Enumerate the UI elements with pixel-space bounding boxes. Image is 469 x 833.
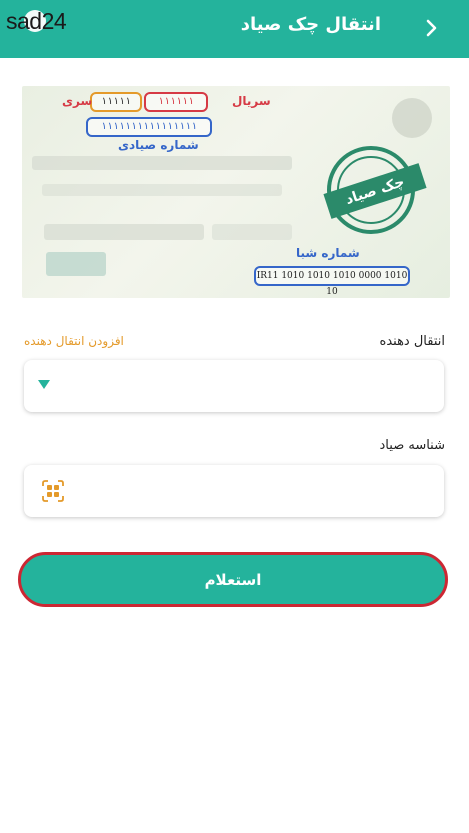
series-label: سری (62, 94, 93, 108)
transferor-dropdown[interactable] (24, 360, 444, 412)
inquiry-button[interactable]: استعلام (18, 552, 448, 607)
sheba-box: IR11 1010 1010 1010 0000 1010 10 (254, 266, 410, 297)
add-transferor-link[interactable]: افزودن انتقال دهنده (24, 334, 124, 348)
serial-box: ۱۱۱۱۱۱ (144, 92, 208, 112)
sayad-number-label: شماره صیادی (118, 138, 199, 152)
app-header: sad24 انتقال چک صیاد (0, 0, 469, 58)
back-chevron-icon[interactable] (421, 16, 441, 40)
sayad-stamp: چک صیاد (323, 146, 427, 234)
transferor-label: انتقال دهنده (379, 334, 445, 349)
sayad-id-label: شناسه صیاد (379, 438, 445, 453)
series-box: ۱۱۱۱۱ (90, 92, 142, 112)
serial-label: سریال (232, 94, 271, 108)
sayad-id-input[interactable] (24, 465, 444, 517)
page-title: انتقال چک صیاد (240, 14, 381, 35)
sayad-number-box: ۱۱۱۱۱۱۱۱۱۱۱۱۱۱۱۱ (86, 117, 212, 137)
watermark: sad24 (6, 8, 67, 34)
qr-scan-icon[interactable] (42, 480, 64, 502)
cheque-sample-image: سریال ۱۱۱۱۱۱ ۱۱۱۱۱ سری ۱۱۱۱۱۱۱۱۱۱۱۱۱۱۱۱ … (22, 86, 450, 298)
sheba-label: شماره شبا (296, 246, 360, 260)
dropdown-arrow-icon (38, 380, 50, 389)
